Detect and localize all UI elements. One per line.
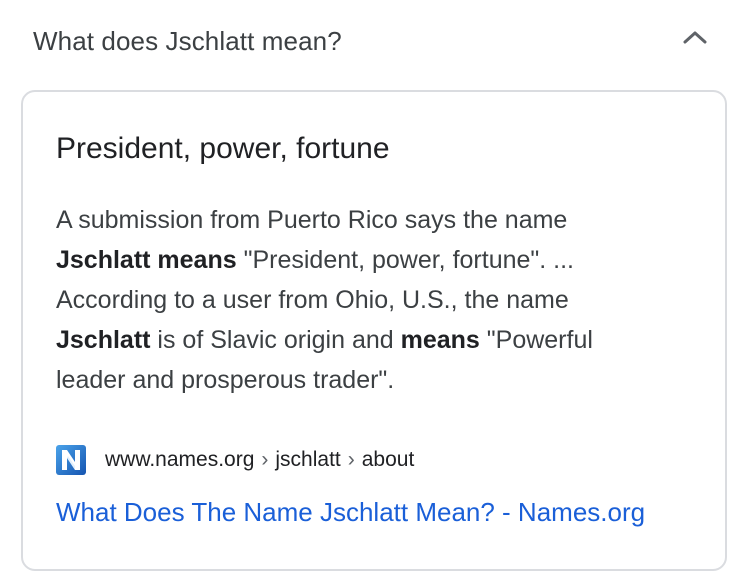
- source-domain: www.names.org: [105, 448, 255, 471]
- snippet-text: According to a user from Ohio, U.S., the…: [56, 286, 569, 314]
- question-text: What does Jschlatt mean?: [33, 26, 342, 56]
- snippet-line: Jschlatt means "President, power, fortun…: [56, 240, 716, 280]
- question-toggle[interactable]: What does Jschlatt mean?: [0, 0, 750, 86]
- result-title-link[interactable]: What Does The Name Jschlatt Mean? - Name…: [56, 497, 645, 528]
- answer-snippet: A submission from Puerto Rico says the n…: [56, 200, 716, 400]
- breadcrumb-separator: ›: [347, 448, 355, 471]
- snippet-text: "President, power, fortune". ...: [236, 246, 575, 274]
- snippet-text: A submission from Puerto Rico says the n…: [56, 206, 568, 234]
- snippet-line: Jschlatt is of Slavic origin and means "…: [56, 320, 716, 360]
- snippet-text: "Powerful: [479, 326, 593, 354]
- answer-title: President, power, fortune: [56, 132, 390, 165]
- chevron-up-icon[interactable]: [680, 26, 710, 48]
- breadcrumb-path-1: jschlatt: [275, 448, 341, 471]
- snippet-highlight: means: [400, 326, 480, 354]
- snippet-text: is of Slavic origin and: [150, 326, 401, 354]
- answer-card: President, power, fortune A submission f…: [21, 90, 727, 571]
- breadcrumb-path-2: about: [361, 448, 415, 471]
- snippet-line: leader and prosperous trader".: [56, 360, 716, 400]
- snippet-line: A submission from Puerto Rico says the n…: [56, 200, 716, 240]
- names-org-favicon-icon: [55, 444, 87, 476]
- source-breadcrumb[interactable]: www.names.org › jschlatt › about: [55, 444, 414, 476]
- snippet-line: According to a user from Ohio, U.S., the…: [56, 280, 716, 320]
- breadcrumb-separator: ›: [261, 448, 269, 471]
- snippet-highlight: Jschlatt means: [56, 246, 237, 274]
- snippet-text: leader and prosperous trader".: [56, 366, 395, 394]
- snippet-highlight: Jschlatt: [56, 326, 151, 354]
